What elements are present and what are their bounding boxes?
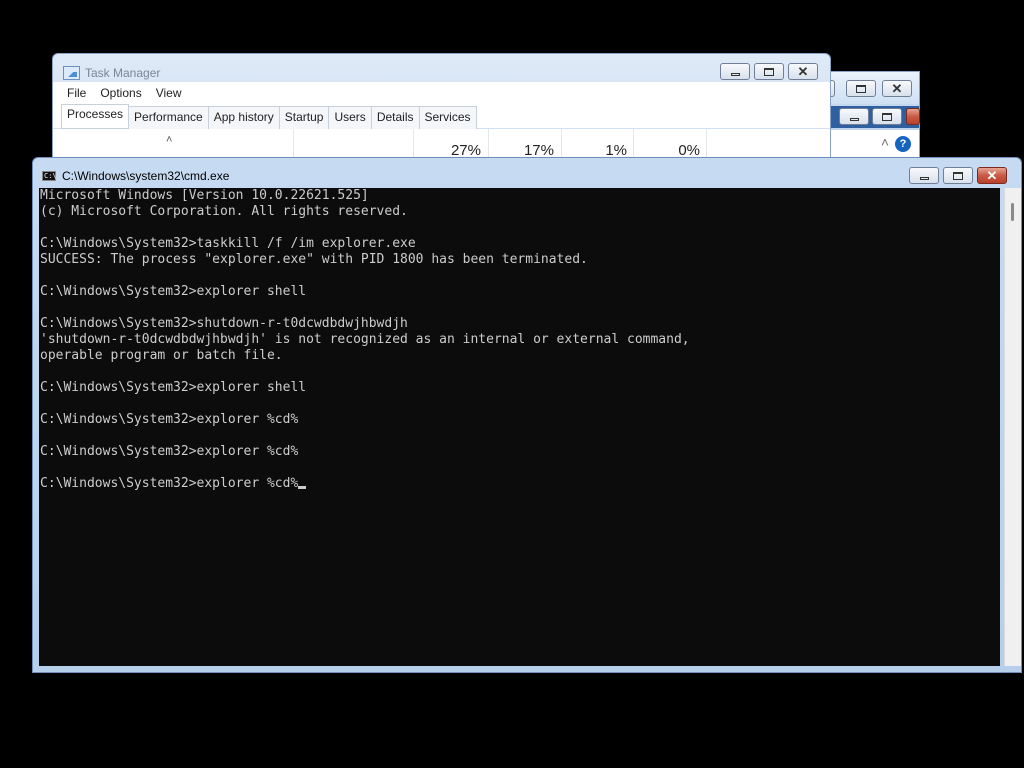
console-text: Microsoft Windows [Version 10.0.22621.52… [40,188,690,492]
text-cursor [298,486,307,489]
background-window-minimize-button[interactable] [839,108,869,125]
cmd-title: C:\Windows\system32\cmd.exe [62,169,230,183]
task-manager-maximize-button[interactable] [754,63,784,80]
task-manager-tabs-row: Processes Performance App history Startu… [53,104,830,129]
console-line: (c) Microsoft Corporation. All rights re… [40,204,408,219]
cmd-icon: C:\ [42,171,57,181]
task-manager-window-controls: ✕ [720,63,824,80]
console-line: 'shutdown-r-t0dcwdbdwjhbwdjh' is not rec… [40,332,690,347]
console-line: C:\Windows\System32>explorer %cd% [40,444,299,459]
background-window-titlebar: ✕ [825,72,919,104]
chevron-up-icon[interactable]: ˄ [881,134,889,150]
tab-services[interactable]: Services [418,106,477,129]
console-line: C:\Windows\System32>shutdown-r-t0dcwdbdw… [40,316,408,331]
tab-app-history[interactable]: App history [207,106,280,129]
background-window-second-titlebar [829,106,920,128]
task-manager-minimize-button[interactable] [720,63,750,80]
help-icon[interactable]: ? [895,136,911,152]
scrollbar-thumb[interactable] [1011,203,1014,221]
task-manager-menubar: File Options View [53,82,830,104]
menu-options[interactable]: Options [93,86,148,100]
console-line: SUCCESS: The process "explorer.exe" with… [40,252,588,267]
tab-processes[interactable]: Processes [61,104,130,128]
console-line: C:\Windows\System32>explorer %cd% [40,412,299,427]
background-window: ✕ ˄ ? [825,71,920,164]
background-window-restore-button[interactable] [846,80,876,97]
background-window-close-red-button[interactable] [906,108,920,125]
console-line: C:\Windows\System32>taskkill /f /im expl… [40,236,416,251]
cmd-close-button[interactable]: ✕ [977,167,1007,184]
cmd-window-controls: ✕ [909,167,1013,184]
console-prompt-line: C:\Windows\System32>explorer %cd% [40,476,299,491]
cmd-maximize-button[interactable] [943,167,973,184]
console-line: C:\Windows\System32>explorer shell [40,380,307,395]
tab-performance[interactable]: Performance [128,106,209,129]
task-manager-titlebar: Task Manager [63,64,160,82]
cmd-titlebar: C:\ C:\Windows\system32\cmd.exe [42,167,229,185]
cmd-minimize-button[interactable] [909,167,939,184]
task-manager-close-button[interactable]: ✕ [788,63,818,80]
task-manager-title: Task Manager [85,66,161,80]
menu-view[interactable]: View [149,86,189,100]
tab-startup[interactable]: Startup [278,106,330,129]
console-line: C:\Windows\System32>explorer shell [40,284,307,299]
console-output[interactable]: Microsoft Windows [Version 10.0.22621.52… [39,188,1000,666]
console-line: Microsoft Windows [Version 10.0.22621.52… [40,188,369,203]
command-prompt-window: C:\ C:\Windows\system32\cmd.exe ✕ Micros… [32,157,1022,673]
console-line: operable program or batch file. [40,348,283,363]
menu-file[interactable]: File [53,86,93,100]
vertical-scrollbar[interactable] [1004,188,1021,666]
tab-details[interactable]: Details [370,106,420,129]
task-manager-icon [63,66,80,80]
background-window-maximize-button[interactable] [872,108,902,125]
background-window-close-button[interactable]: ✕ [882,80,912,97]
sort-ascending-icon[interactable]: ˄ [166,134,172,146]
task-manager-tabs: Processes Performance App history Startu… [61,104,477,129]
task-manager-window: Task Manager ✕ File Options View Process… [52,53,831,164]
tab-users[interactable]: Users [328,106,372,129]
